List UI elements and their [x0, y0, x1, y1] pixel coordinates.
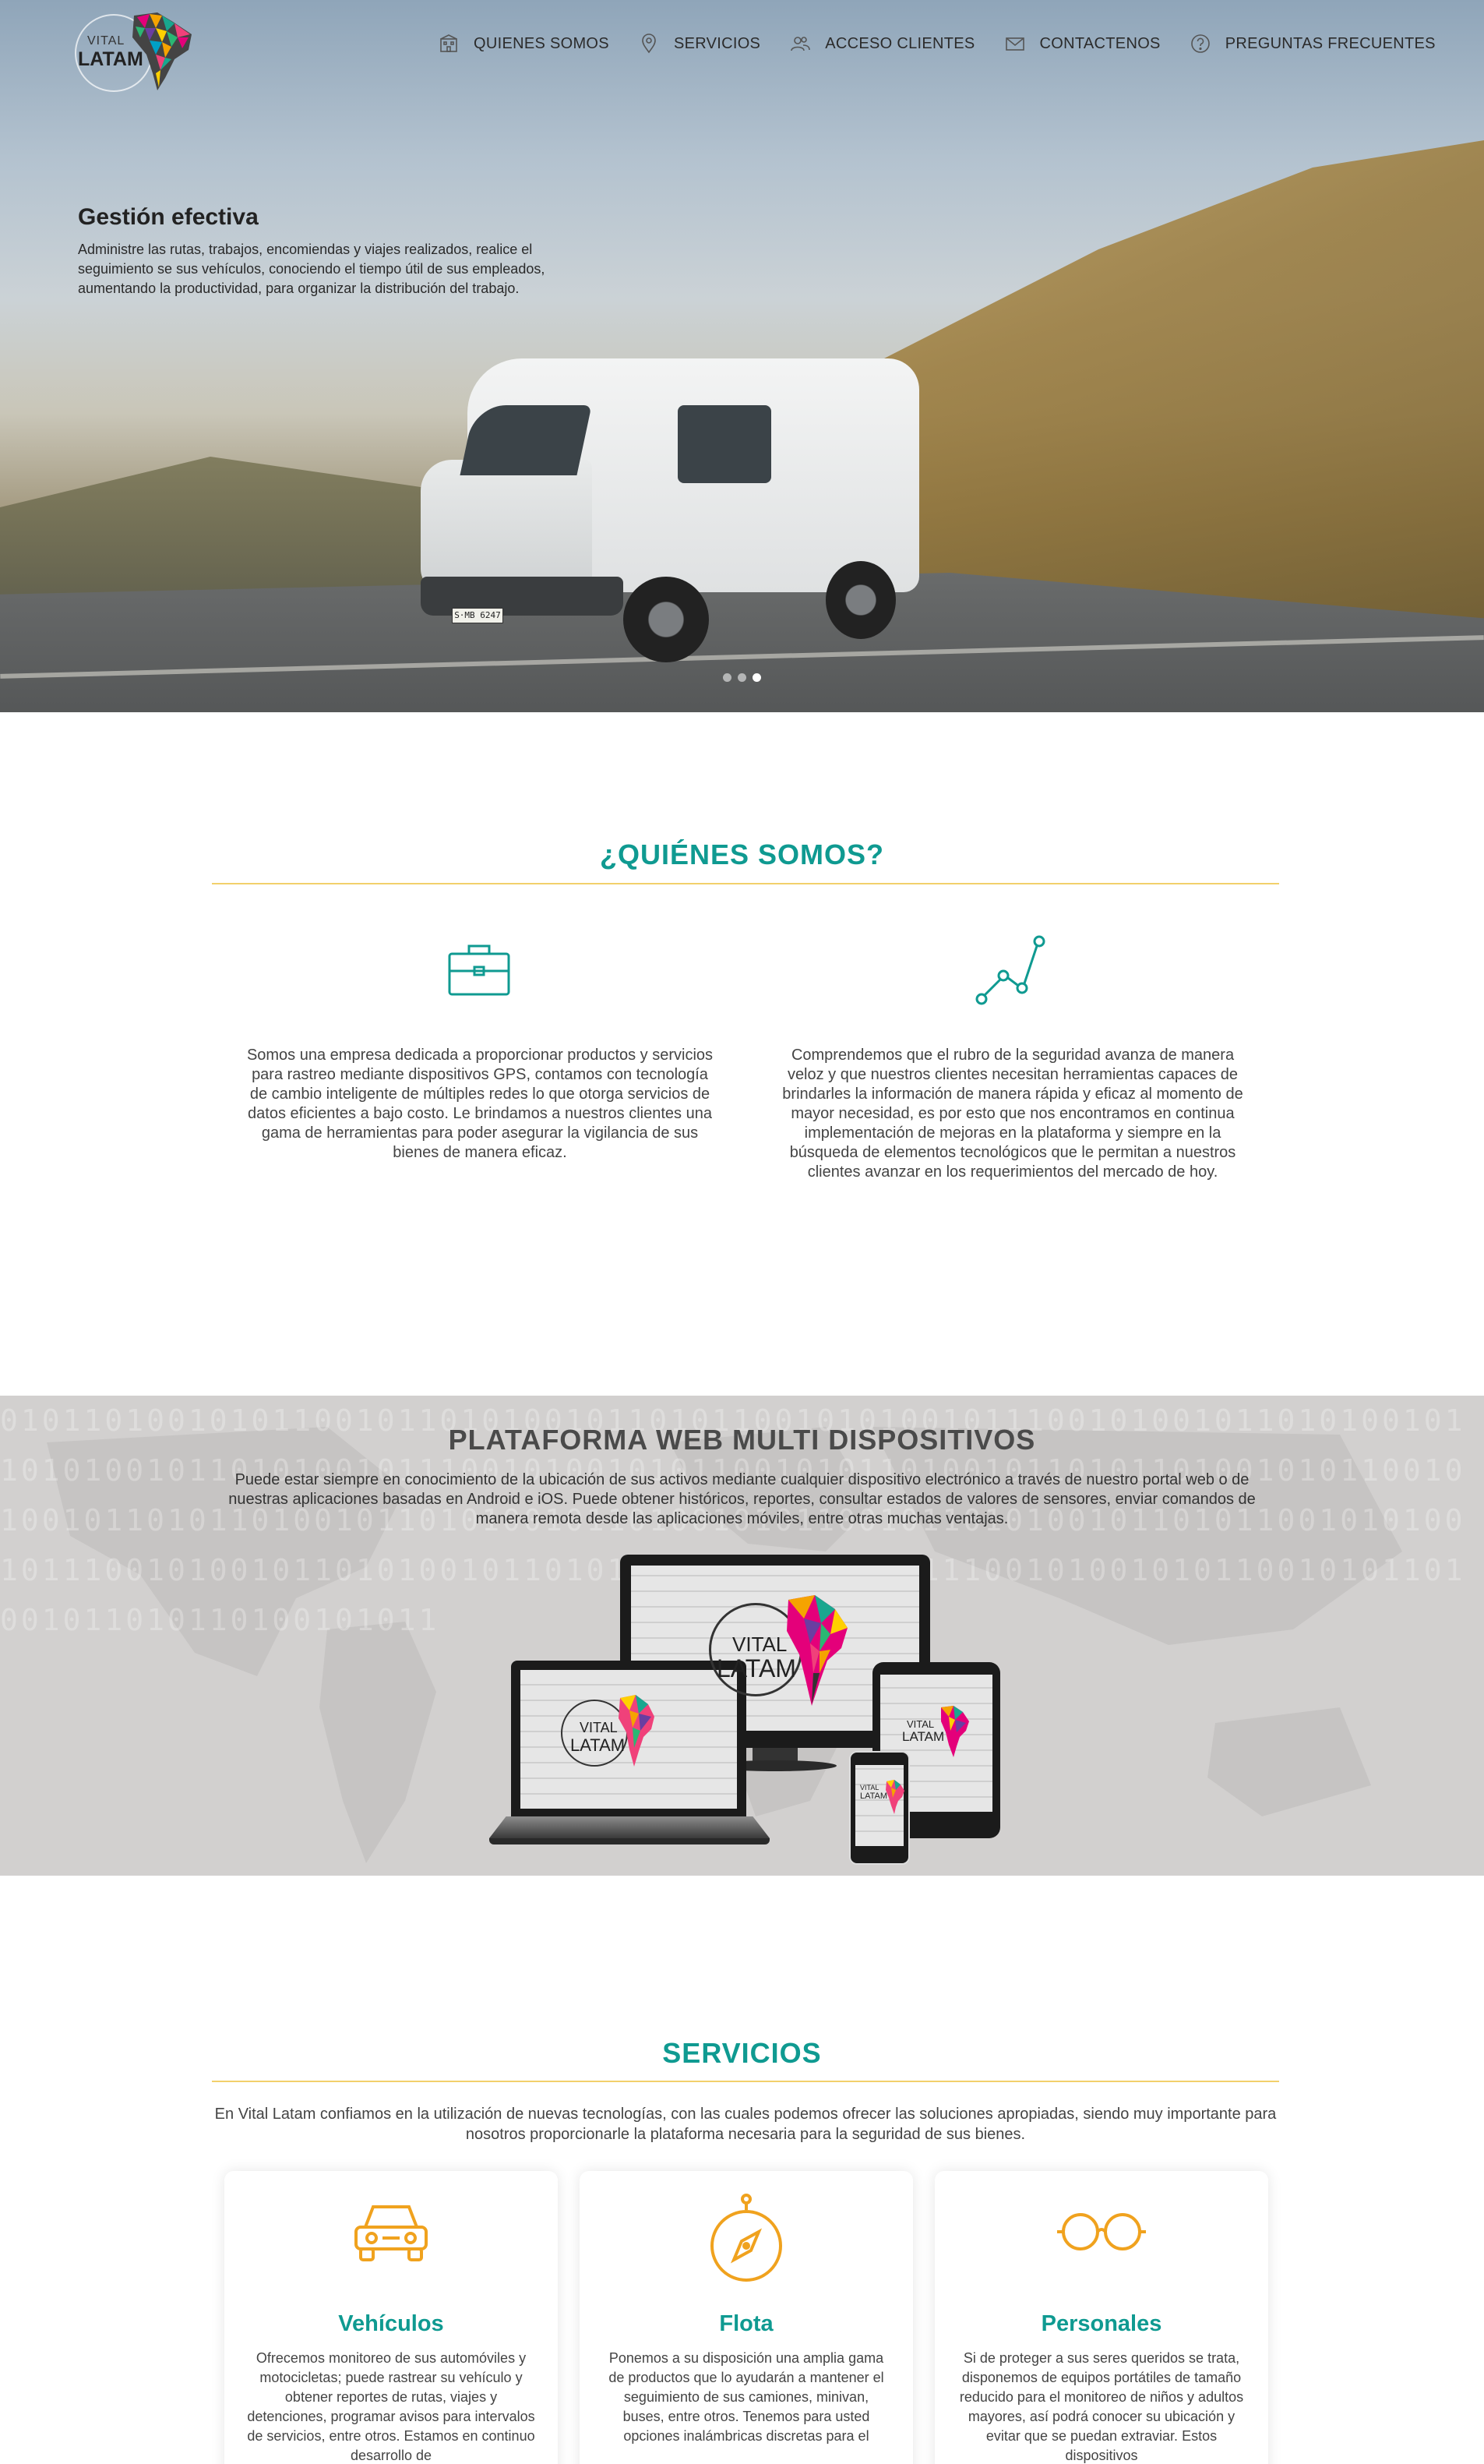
nav-preguntas-frecuentes[interactable]: PREGUNTAS FRECUENTES [1186, 30, 1461, 58]
question-circle-icon [1190, 34, 1210, 53]
south-america-mosaic-icon [132, 12, 192, 90]
service-card-vehiculos[interactable]: Vehículos Ofrecemos monitoreo de sus aut… [224, 2171, 558, 2464]
nav-quienes-somos[interactable]: QUIENES SOMOS [435, 30, 635, 58]
service-card-title: Vehículos [338, 2311, 444, 2336]
service-card-personales[interactable]: Personales Si de proteger a sus seres qu… [935, 2171, 1268, 2464]
briefcase-icon [447, 941, 511, 1001]
screen-logo-vital: VITAL [580, 1720, 618, 1735]
services-intro: En Vital Latam confiamos en la utilizaci… [214, 2106, 1277, 2143]
nav-contactenos[interactable]: CONTACTENOS [1001, 30, 1186, 58]
users-icon [791, 37, 811, 51]
van-windshield [460, 405, 592, 475]
envelope-icon [1005, 37, 1024, 51]
van-wheel [826, 561, 896, 639]
main-menu: QUIENES SOMOS SERVICIOS ACCESO CLIENTES … [435, 30, 1461, 58]
service-card-title: Personales [1041, 2311, 1162, 2336]
van-license-plate: S·MB 6247 [452, 608, 503, 623]
about-title-rule [212, 883, 1279, 884]
nav-label: PREGUNTAS FRECUENTES [1225, 34, 1436, 52]
laptop-screen-logo: VITAL LATAM [561, 1695, 654, 1770]
tablet-screen-logo: VITAL LATAM [888, 1706, 982, 1765]
screen-logo-vital: VITAL [907, 1718, 935, 1730]
hero-caption: Gestión efectiva Administre las rutas, t… [78, 204, 576, 298]
top-navigation: VITAL LATAM QUIENES SOMOS SERVICIOS ACCE… [0, 0, 1484, 92]
logo-text-vital: VITAL [87, 34, 125, 48]
slider-dot-2[interactable] [738, 673, 746, 682]
screen-logo-latam: LATAM [902, 1729, 945, 1744]
service-card-text: Ofrecemos monitoreo de sus automóviles y… [247, 2350, 535, 2463]
line-chart-icon [974, 934, 1049, 1011]
platform-section: 0101101001010110010110101001011010110010… [0, 1396, 1484, 1876]
nav-label: QUIENES SOMOS [474, 34, 609, 52]
screen-logo-latam: LATAM [860, 1792, 888, 1801]
compass-icon [580, 2193, 913, 2286]
monitor-screen-logo: VITAL LATAM [709, 1595, 849, 1706]
hero-description: Administre las rutas, trabajos, encomien… [78, 242, 545, 296]
south-america-mosaic-icon [787, 1595, 848, 1706]
service-card-title: Flota [719, 2311, 774, 2336]
about-right-text: Comprendemos que el rubro de la segurida… [782, 1047, 1243, 1181]
nav-label: CONTACTENOS [1039, 34, 1161, 52]
south-america-mosaic-icon [886, 1780, 904, 1814]
about-left-text: Somos una empresa dedicada a proporciona… [246, 1047, 714, 1161]
services-title: SERVICIOS [662, 2037, 822, 2069]
nav-label: SERVICIOS [673, 34, 761, 52]
map-pin-icon [642, 34, 656, 54]
platform-title: PLATAFORMA WEB MULTI DISPOSITIVOS [448, 1424, 1036, 1456]
platform-description: Puede estar siempre en conocimiento de l… [228, 1471, 1256, 1527]
slider-dot-1[interactable] [723, 673, 731, 682]
hero-slider: S·MB 6247 VITAL LATAM QUIENES SOMOS SERV… [0, 0, 1484, 712]
van-wheel [623, 577, 709, 662]
nav-servicios[interactable]: SERVICIOS [635, 30, 786, 58]
service-card-text: Si de proteger a sus seres queridos se t… [959, 2350, 1244, 2463]
van-window [678, 405, 771, 483]
hero-title: Gestión efectiva [78, 204, 259, 230]
van-bumper [421, 577, 623, 616]
building-icon [440, 34, 457, 52]
nav-acceso-clientes[interactable]: ACCESO CLIENTES [786, 30, 1000, 58]
car-icon [224, 2193, 558, 2271]
slider-dots [723, 673, 761, 682]
about-title: ¿QUIÉNES SOMOS? [599, 838, 885, 870]
nav-label: ACCESO CLIENTES [825, 34, 975, 52]
south-america-mosaic-icon [941, 1706, 969, 1757]
site-logo[interactable]: VITAL LATAM [75, 11, 199, 92]
south-america-mosaic-icon [619, 1695, 654, 1767]
glasses-icon [935, 2193, 1268, 2271]
van-nose [421, 460, 592, 592]
service-card-text: Ponemos a su disposición una amplia gama… [608, 2350, 884, 2444]
screen-logo-vital: VITAL [732, 1633, 788, 1656]
slider-dot-3-active[interactable] [753, 673, 761, 682]
services-title-rule [212, 2081, 1279, 2082]
hero-van-image: S·MB 6247 [421, 343, 935, 678]
service-card-flota[interactable]: Flota Ponemos a su disposición una ampli… [580, 2171, 913, 2464]
screen-logo-vital: VITAL [860, 1784, 879, 1792]
phone-screen-logo: VITAL LATAM [860, 1780, 907, 1823]
